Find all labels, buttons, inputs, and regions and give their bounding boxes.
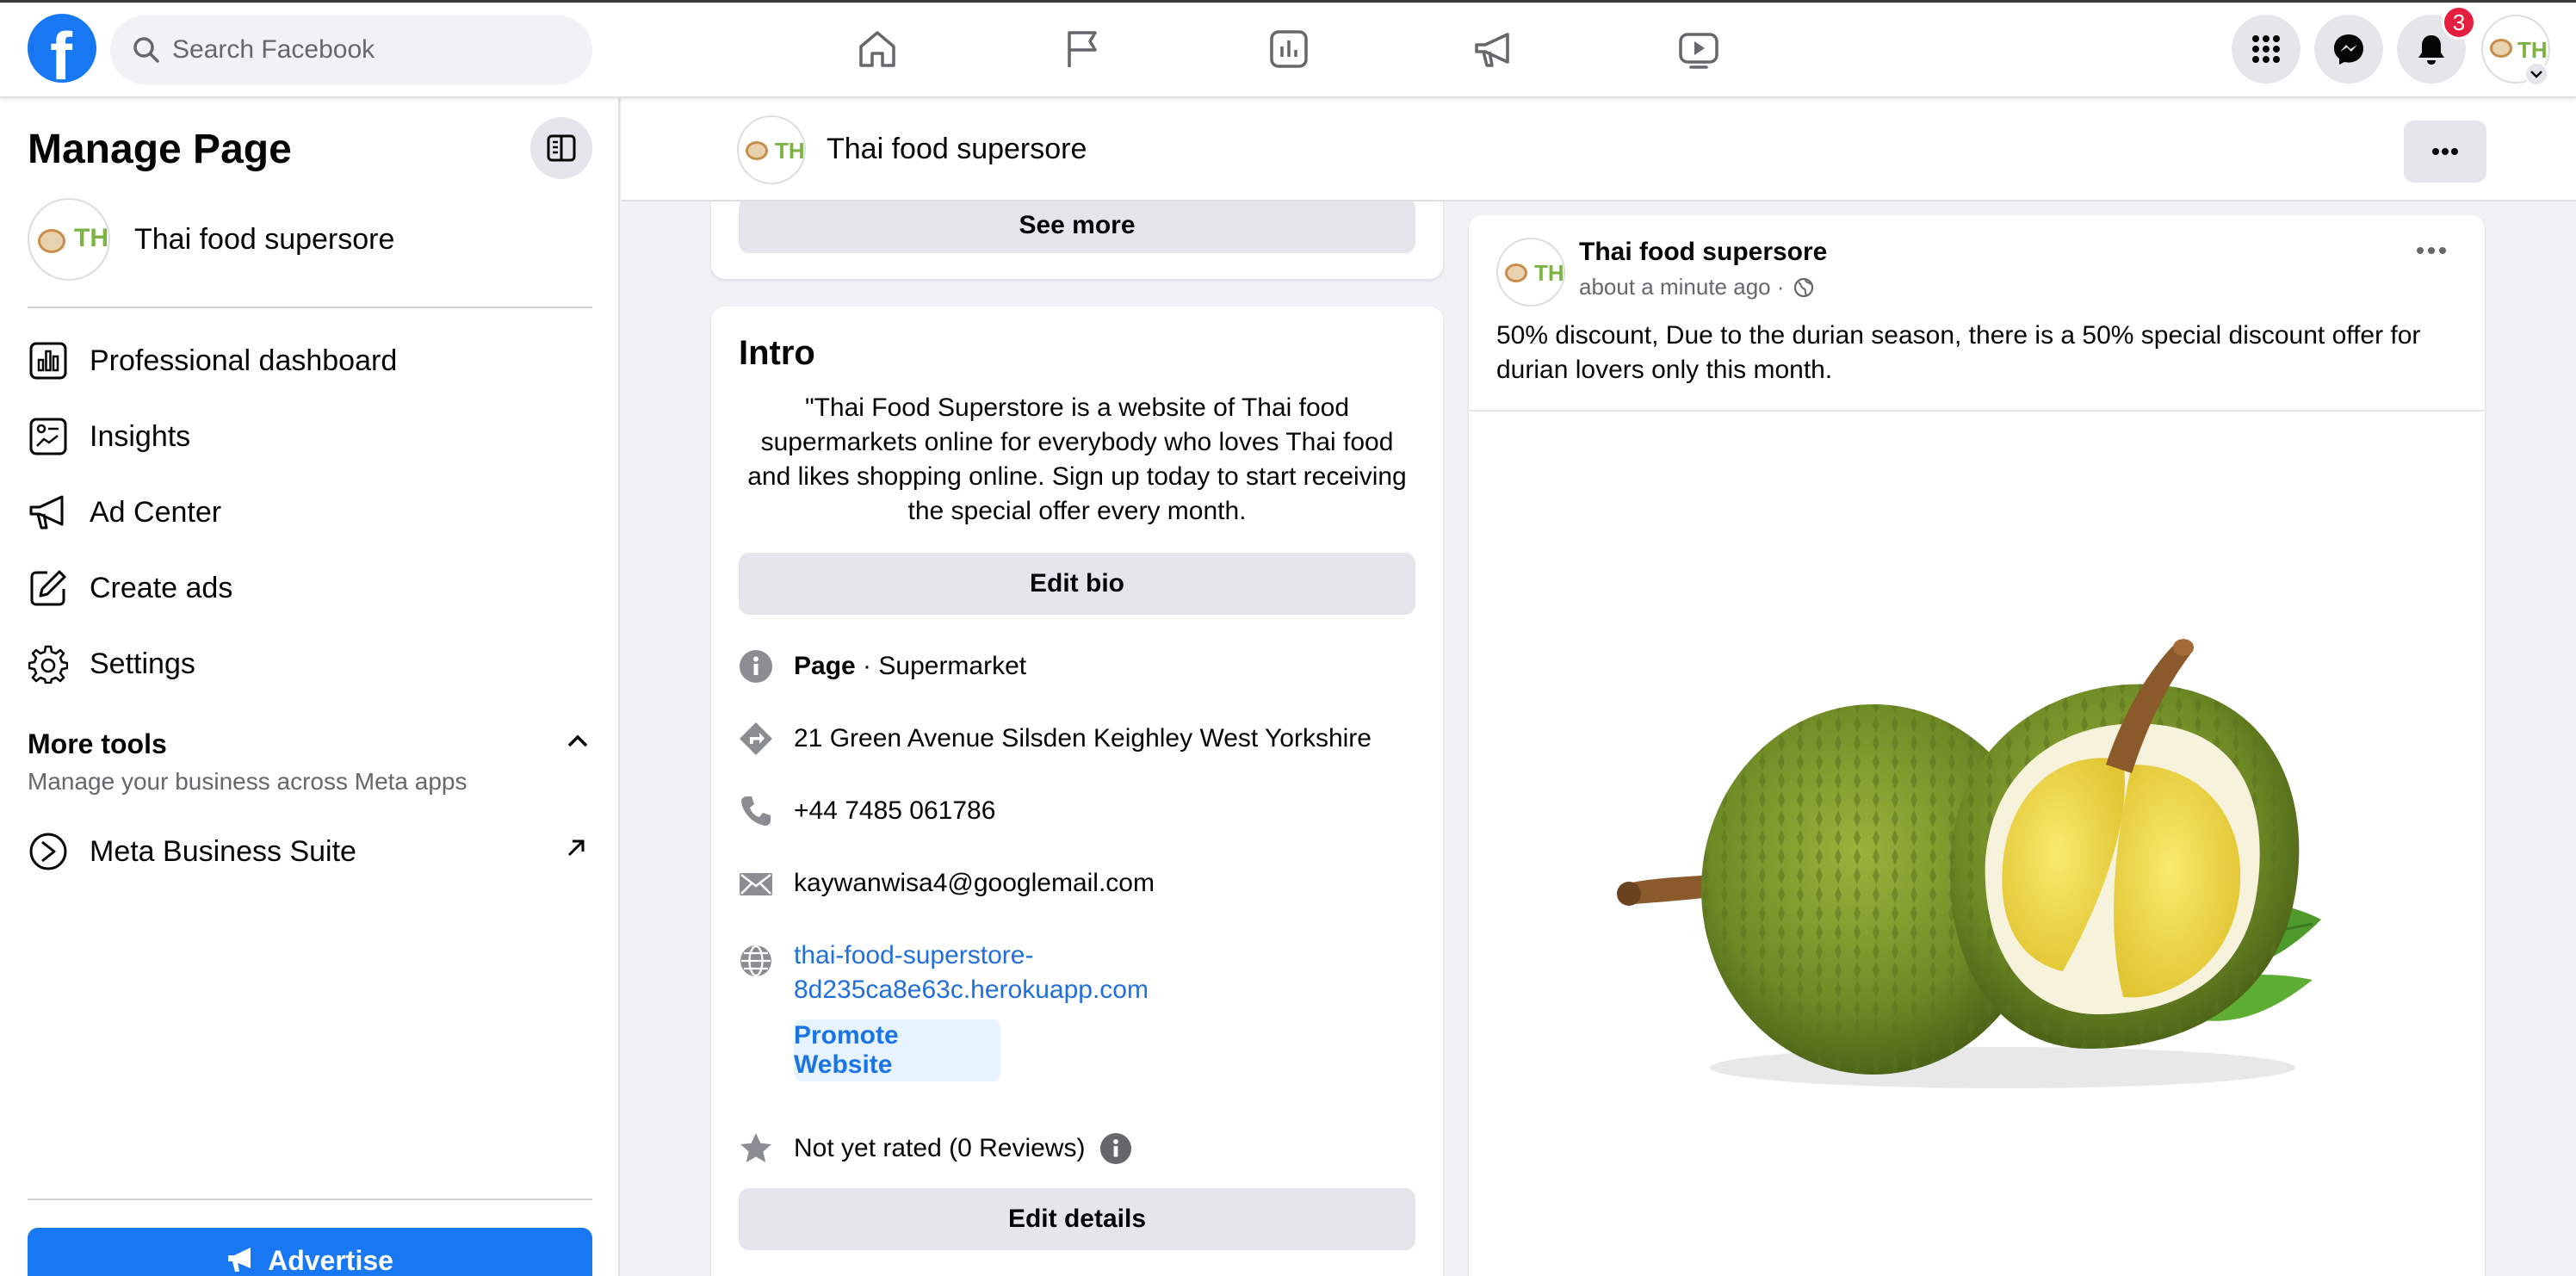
- sidebar-item-label: Insights: [90, 419, 191, 453]
- sidebar-item-label: Create ads: [90, 571, 233, 604]
- edit-icon: [28, 567, 69, 609]
- durian-photo: [1617, 639, 2321, 1088]
- website-row: thai-food-superstore- 8d235ca8e63c.herok…: [739, 938, 1149, 1007]
- rating-row: Not yet rated (0 Reviews): [739, 1131, 1133, 1166]
- notification-badge: 3: [2442, 5, 2476, 40]
- post-card: TH Thai food supersore about a minute ag…: [1469, 215, 2485, 1276]
- website-link[interactable]: thai-food-superstore-: [794, 938, 1149, 973]
- sidebar-item-ad-center[interactable]: Ad Center: [28, 482, 592, 542]
- globe-icon: [1793, 277, 1813, 297]
- info-icon: [739, 649, 773, 684]
- more-tools-heading[interactable]: More tools: [28, 728, 167, 760]
- bio-text: "Thai Food Superstore is a website of Th…: [747, 393, 1407, 525]
- sidebar-item-insights[interactable]: Insights: [28, 406, 592, 467]
- chevron-down-icon[interactable]: [2524, 62, 2548, 86]
- gear-icon: [28, 643, 69, 684]
- rating-text: Not yet rated (0 Reviews): [794, 1134, 1086, 1162]
- more-icon: [2432, 148, 2458, 155]
- category-prefix: Page: [794, 652, 856, 680]
- post-author-name[interactable]: Thai food supersore: [1579, 238, 1827, 267]
- phone-text: +44 7485 061786: [794, 796, 996, 825]
- category-value: · Supermarket: [855, 652, 1027, 680]
- chevron-up-icon[interactable]: [565, 732, 591, 749]
- sidebar-item-create-ads[interactable]: Create ads: [28, 558, 592, 618]
- sidebar-item-label: Meta Business Suite: [90, 834, 356, 868]
- insights-icon: [28, 416, 69, 457]
- phone-row: +44 7485 061786: [739, 794, 995, 828]
- directions-icon: [739, 722, 773, 756]
- category-row: Page · Supermarket: [739, 649, 1026, 684]
- intro-card: Intro "Thai Food Superstore is a website…: [711, 307, 1443, 1276]
- external-link-icon: [565, 837, 587, 859]
- info-icon[interactable]: [1099, 1131, 1133, 1166]
- sidebar-item-professional-dashboard[interactable]: Professional dashboard: [28, 331, 592, 391]
- search-icon: [131, 34, 162, 65]
- page-switcher[interactable]: TH Thai food supersore: [28, 198, 394, 281]
- sidebar-title: Manage Page: [28, 127, 292, 172]
- edit-details-button[interactable]: Edit details: [739, 1188, 1415, 1250]
- page-header-name[interactable]: Thai food supersore: [827, 133, 1087, 166]
- page-avatar: TH: [28, 198, 110, 281]
- star-icon: [739, 1131, 773, 1166]
- post-options-icon[interactable]: [2416, 246, 2447, 255]
- see-more-button[interactable]: See more: [739, 198, 1415, 253]
- address-text: 21 Green Avenue Silsden Keighley West Yo…: [794, 724, 1372, 753]
- sidebar-item-label: Settings: [90, 647, 195, 680]
- globe-icon: [739, 944, 773, 978]
- divider: [28, 307, 592, 308]
- search-box[interactable]: [110, 15, 592, 84]
- more-options-button[interactable]: [2404, 121, 2486, 183]
- meta-business-suite-icon: [28, 831, 69, 872]
- email-text: kaywanwisa4@googlemail.com: [794, 869, 1155, 897]
- post-text: 50% discount, Due to the durian season, …: [1496, 321, 2421, 384]
- flag-icon[interactable]: [1052, 19, 1112, 79]
- website-link[interactable]: 8d235ca8e63c.herokuapp.com: [794, 973, 1149, 1007]
- top-navigation-bar: f 3 TH: [0, 0, 2576, 98]
- messenger-icon[interactable]: [2314, 15, 2383, 84]
- manage-page-sidebar: Manage Page TH Thai food supersore Profe…: [0, 98, 620, 1276]
- sidebar-item-label: Professional dashboard: [90, 344, 398, 377]
- edit-bio-button[interactable]: Edit bio: [739, 553, 1415, 615]
- home-icon[interactable]: [847, 19, 907, 79]
- address-row: 21 Green Avenue Silsden Keighley West Yo…: [739, 722, 1372, 756]
- post-image[interactable]: [1469, 410, 2485, 1276]
- more-tools-subtitle: Manage your business across Meta apps: [28, 768, 468, 795]
- sidebar-item-settings[interactable]: Settings: [28, 634, 592, 694]
- email-icon: [739, 866, 773, 901]
- post-author-avatar[interactable]: TH: [1496, 238, 1565, 307]
- page-avatar[interactable]: TH: [737, 115, 806, 184]
- video-icon[interactable]: [1669, 19, 1729, 79]
- sidebar-item-label: Ad Center: [90, 495, 222, 529]
- phone-icon: [739, 794, 773, 828]
- advertise-label: Advertise: [268, 1245, 393, 1276]
- page-name: Thai food supersore: [134, 222, 395, 256]
- email-row: kaywanwisa4@googlemail.com: [739, 866, 1155, 901]
- promote-website-button[interactable]: Promote Website: [794, 1019, 1000, 1081]
- insights-icon[interactable]: [1259, 19, 1319, 79]
- avatar-text: TH: [2517, 37, 2548, 63]
- divider: [28, 1199, 592, 1200]
- search-input[interactable]: [172, 15, 577, 84]
- page-header: TH Thai food supersore: [622, 98, 2576, 201]
- collapse-sidebar-icon[interactable]: [530, 117, 592, 179]
- megaphone-icon: [28, 492, 69, 533]
- menu-grid-icon[interactable]: [2232, 15, 2300, 84]
- facebook-logo[interactable]: f: [28, 14, 96, 93]
- advertise-button[interactable]: Advertise: [28, 1228, 592, 1276]
- intro-title: Intro: [739, 334, 815, 372]
- dashboard-icon: [28, 340, 69, 381]
- sidebar-item-meta-business-suite[interactable]: Meta Business Suite: [28, 821, 592, 882]
- post-time-text: about a minute ago ·: [1579, 274, 1785, 300]
- post-timestamp[interactable]: about a minute ago ·: [1579, 274, 1814, 300]
- megaphone-icon[interactable]: [1464, 19, 1524, 79]
- megaphone-icon: [228, 1248, 251, 1272]
